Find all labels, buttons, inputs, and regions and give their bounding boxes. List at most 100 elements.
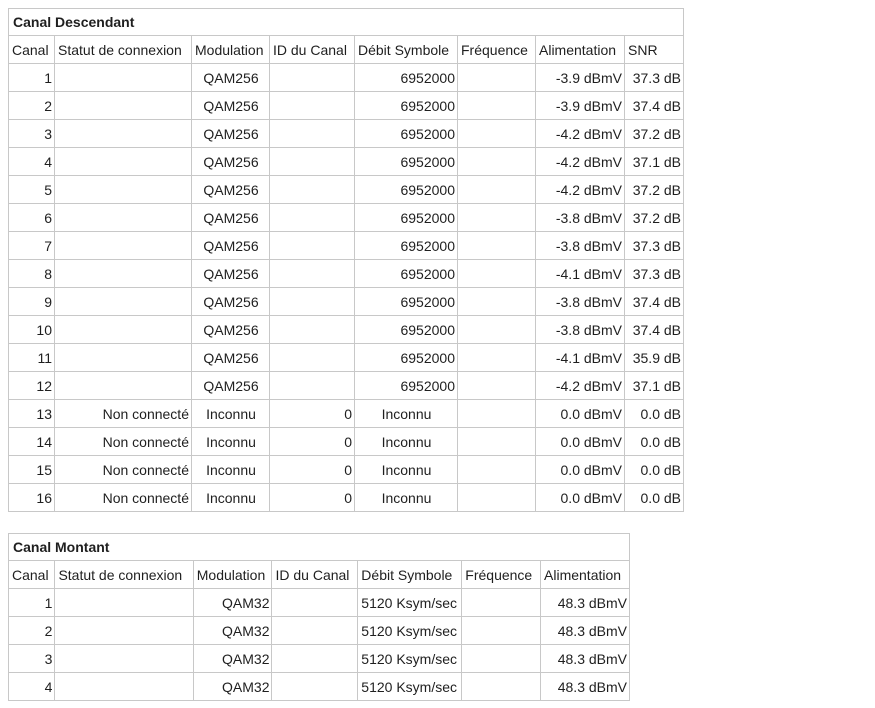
downstream-cell-snr: 37.1 dB	[624, 371, 684, 400]
downstream-cell-symbol-rate: Inconnu	[354, 455, 458, 484]
downstream-channel-table: Canal Descendant Canal Statut de connexio…	[8, 8, 684, 512]
downstream-cell-frequency	[457, 371, 536, 400]
downstream-cell-channel-id	[269, 371, 355, 400]
downstream-cell-snr: 37.3 dB	[624, 63, 684, 92]
downstream-title: Canal Descendant	[8, 8, 684, 36]
table-row: 13 Non connecté Inconnu 0 Inconnu 0.0 dBmV 0.0…	[8, 399, 684, 428]
downstream-cell-snr: 0.0 dB	[624, 483, 684, 512]
downstream-cell-frequency	[457, 147, 536, 176]
table-row: 7 QAM256 6952000 -3.8 dBmV 37.3 dB	[8, 231, 684, 260]
table-row: 2 QAM32 5120 Ksym/sec 48.3 dBmV	[7, 616, 630, 645]
downstream-cell-symbol-rate: Inconnu	[354, 427, 458, 456]
upstream-cell-symbol-rate: 5120 Ksym/sec	[357, 616, 463, 645]
downstream-cell-connection-status	[54, 203, 192, 232]
upstream-cell-frequency	[461, 616, 542, 645]
downstream-cell-power: -3.8 dBmV	[535, 315, 625, 344]
table-row: 12 QAM256 6952000 -4.2 dBmV 37.1 dB	[8, 371, 684, 400]
downstream-cell-frequency	[457, 427, 536, 456]
upstream-header-row: Canal Statut de connexion Modulation ID du …	[7, 560, 630, 589]
downstream-cell-frequency	[457, 231, 536, 260]
downstream-cell-frequency	[457, 203, 536, 232]
table-row: 8 QAM256 6952000 -4.1 dBmV 37.3 dB	[8, 259, 684, 288]
upstream-title-row: Canal Montant	[8, 533, 630, 561]
downstream-cell-modulation: QAM256	[191, 203, 270, 232]
downstream-cell-connection-status	[54, 231, 192, 260]
downstream-cell-power: 0.0 dBmV	[535, 483, 625, 512]
downstream-cell-symbol-rate: 6952000	[354, 91, 458, 120]
upstream-cell-modulation: QAM32	[192, 616, 273, 645]
downstream-table-body: 1 QAM256 6952000 -3.9 dBmV 37.3 dB 2 QAM256 695…	[8, 63, 684, 512]
upstream-cell-frequency	[461, 588, 542, 617]
upstream-cell-channel-id	[271, 672, 359, 701]
downstream-cell-snr: 37.1 dB	[624, 147, 684, 176]
downstream-cell-modulation: QAM256	[191, 63, 270, 92]
downstream-cell-modulation: QAM256	[191, 91, 270, 120]
upstream-cell-channel: 3	[7, 644, 56, 673]
upstream-cell-power: 48.3 dBmV	[540, 672, 630, 701]
downstream-cell-channel: 3	[8, 119, 55, 148]
downstream-cell-connection-status	[54, 259, 192, 288]
downstream-header-channel: Canal	[8, 35, 55, 64]
downstream-cell-channel-id	[269, 63, 355, 92]
downstream-header-connection-status: Statut de connexion	[54, 35, 192, 64]
upstream-cell-power: 48.3 dBmV	[540, 644, 630, 673]
upstream-cell-frequency	[461, 644, 542, 673]
upstream-cell-channel: 1	[7, 588, 56, 617]
downstream-cell-channel: 5	[8, 175, 55, 204]
downstream-cell-modulation: QAM256	[191, 315, 270, 344]
downstream-cell-symbol-rate: 6952000	[354, 259, 458, 288]
downstream-cell-symbol-rate: 6952000	[354, 147, 458, 176]
downstream-cell-connection-status: Non connecté	[54, 399, 192, 428]
table-row: 5 QAM256 6952000 -4.2 dBmV 37.2 dB	[8, 175, 684, 204]
downstream-cell-symbol-rate: Inconnu	[354, 483, 458, 512]
upstream-cell-modulation: QAM32	[192, 588, 273, 617]
upstream-header-modulation: Modulation	[192, 560, 273, 589]
downstream-cell-power: -3.9 dBmV	[535, 91, 625, 120]
upstream-cell-connection-status	[54, 588, 194, 617]
downstream-cell-symbol-rate: 6952000	[354, 231, 458, 260]
downstream-cell-symbol-rate: 6952000	[354, 287, 458, 316]
table-row: 14 Non connecté Inconnu 0 Inconnu 0.0 dBmV 0.0…	[8, 427, 684, 456]
downstream-cell-power: 0.0 dBmV	[535, 427, 625, 456]
downstream-header-snr: SNR	[624, 35, 684, 64]
downstream-cell-power: -4.1 dBmV	[535, 259, 625, 288]
downstream-cell-channel: 6	[8, 203, 55, 232]
downstream-cell-snr: 37.2 dB	[624, 175, 684, 204]
upstream-cell-channel-id	[271, 616, 359, 645]
downstream-cell-snr: 37.4 dB	[624, 287, 684, 316]
downstream-cell-snr: 37.2 dB	[624, 203, 684, 232]
downstream-header-modulation: Modulation	[191, 35, 270, 64]
upstream-header-channel-id: ID du Canal	[271, 560, 359, 589]
downstream-cell-modulation: QAM256	[191, 147, 270, 176]
downstream-cell-snr: 37.2 dB	[624, 119, 684, 148]
downstream-cell-power: -3.8 dBmV	[535, 231, 625, 260]
downstream-cell-channel: 10	[8, 315, 55, 344]
downstream-cell-modulation: QAM256	[191, 231, 270, 260]
downstream-cell-frequency	[457, 399, 536, 428]
downstream-cell-modulation: QAM256	[191, 175, 270, 204]
upstream-table-body: 1 QAM32 5120 Ksym/sec 48.3 dBmV 2 QAM32 5120 K…	[7, 588, 630, 701]
upstream-header-channel: Canal	[7, 560, 56, 589]
upstream-cell-modulation: QAM32	[192, 672, 273, 701]
downstream-cell-symbol-rate: Inconnu	[354, 399, 458, 428]
downstream-cell-connection-status	[54, 343, 192, 372]
downstream-cell-power: 0.0 dBmV	[535, 455, 625, 484]
upstream-header-symbol-rate: Débit Symbole	[357, 560, 463, 589]
downstream-title-row: Canal Descendant	[8, 8, 684, 36]
table-row: 1 QAM256 6952000 -3.9 dBmV 37.3 dB	[8, 63, 684, 92]
downstream-cell-connection-status	[54, 287, 192, 316]
downstream-cell-power: -4.2 dBmV	[535, 175, 625, 204]
downstream-cell-symbol-rate: 6952000	[354, 175, 458, 204]
table-row: 4 QAM256 6952000 -4.2 dBmV 37.1 dB	[8, 147, 684, 176]
table-row: 3 QAM256 6952000 -4.2 dBmV 37.2 dB	[8, 119, 684, 148]
downstream-cell-channel-id	[269, 147, 355, 176]
downstream-cell-symbol-rate: 6952000	[354, 343, 458, 372]
downstream-cell-power: -4.2 dBmV	[535, 371, 625, 400]
upstream-cell-connection-status	[54, 672, 194, 701]
downstream-cell-channel-id	[269, 259, 355, 288]
downstream-cell-channel-id	[269, 343, 355, 372]
upstream-cell-power: 48.3 dBmV	[540, 616, 630, 645]
table-row: 10 QAM256 6952000 -3.8 dBmV 37.4 dB	[8, 315, 684, 344]
upstream-cell-channel-id	[271, 644, 359, 673]
downstream-cell-channel: 16	[8, 483, 55, 512]
